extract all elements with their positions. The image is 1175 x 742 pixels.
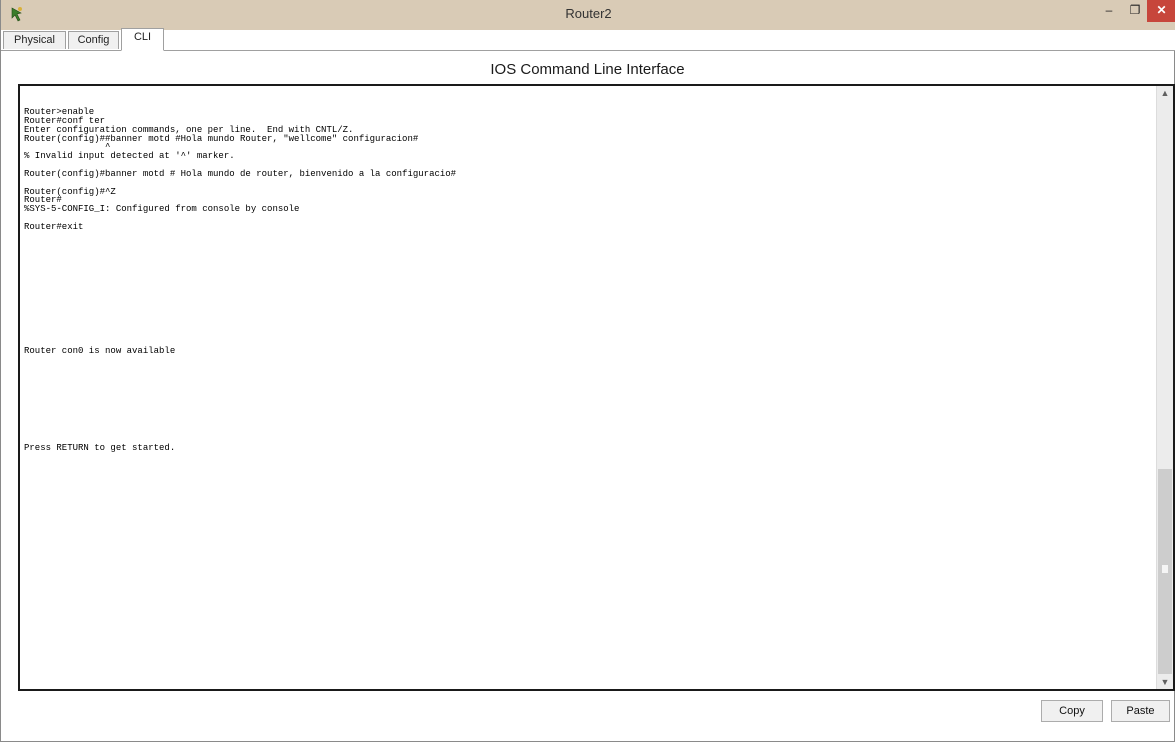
cli-heading: IOS Command Line Interface — [490, 61, 685, 78]
window-title: Router2 — [565, 6, 612, 21]
close-button[interactable]: ✕ — [1147, 0, 1175, 22]
terminal-line: Press RETURN to get started. — [24, 443, 176, 454]
tab-physical[interactable]: Physical — [3, 31, 66, 49]
scroll-thumb[interactable] — [1158, 469, 1172, 674]
scroll-up-icon[interactable]: ▲ — [1157, 86, 1173, 100]
terminal-line: Router con0 is now available — [24, 345, 176, 356]
cli-terminal[interactable]: Router>enable Router#conf ter Enter conf… — [18, 84, 1175, 691]
terminal-line: Router(config)#banner motd # Hola mundo … — [24, 168, 457, 179]
terminal-line: % Invalid input detected at '^' marker. — [24, 151, 235, 162]
scroll-grip-icon — [1162, 565, 1168, 573]
tab-cli[interactable]: CLI — [121, 28, 164, 51]
maximize-button[interactable]: ❐ — [1123, 0, 1147, 22]
copy-button[interactable]: Copy — [1041, 700, 1103, 722]
terminal-line: %SYS-5-CONFIG_I: Configured from console… — [24, 204, 300, 215]
minimize-button[interactable]: – — [1095, 0, 1123, 22]
terminal-scrollbar[interactable]: ▲ ▼ — [1156, 86, 1173, 689]
scroll-down-icon[interactable]: ▼ — [1157, 675, 1173, 689]
terminal-line: Router#exit — [24, 221, 84, 232]
tab-config[interactable]: Config — [68, 31, 119, 49]
router2-window: Router2 – ❐ ✕ Physical Config CLI IOS Co… — [0, 0, 1175, 742]
title-bar[interactable]: Router2 – ❐ ✕ — [1, 0, 1175, 30]
terminal-output[interactable]: Router>enable Router#conf ter Enter conf… — [24, 108, 1154, 453]
paste-button[interactable]: Paste — [1111, 700, 1170, 722]
tab-bar: Physical Config CLI — [1, 28, 1175, 51]
